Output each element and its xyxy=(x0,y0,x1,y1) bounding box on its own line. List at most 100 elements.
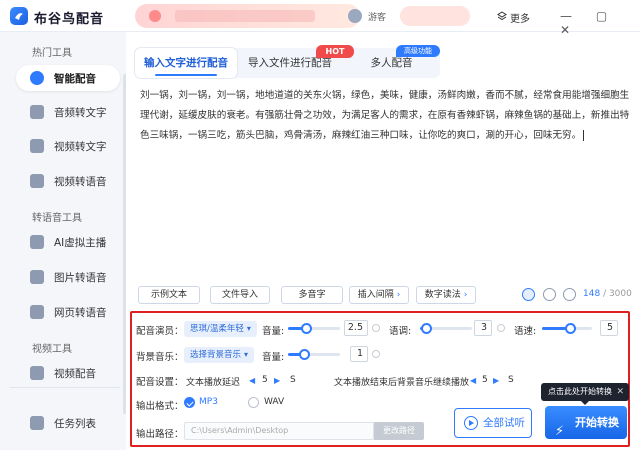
more-menu[interactable]: 更多 xyxy=(510,10,530,25)
format-wav-radio[interactable] xyxy=(248,397,259,408)
delay-label: 文本播放延迟 xyxy=(186,378,241,388)
char-max: / 3000 xyxy=(603,289,632,299)
user-name[interactable]: 游客 xyxy=(368,10,386,23)
app-logo-icon xyxy=(10,7,28,25)
video-to-voice-icon xyxy=(30,174,44,188)
bgm-volume-slider-knob[interactable] xyxy=(298,349,310,360)
close-icon[interactable]: ✕ xyxy=(616,383,624,401)
bgm-continue-unit: S xyxy=(508,375,514,385)
sidebar-item-label: 网页转语音 xyxy=(54,307,107,319)
video-to-text-icon xyxy=(30,139,44,153)
web-to-voice-icon xyxy=(30,305,44,319)
insert-pause-button[interactable]: 插入间隔 › xyxy=(349,286,409,304)
sidebar-item-ai-host[interactable]: AI虚拟主播 xyxy=(16,229,120,255)
listen-all-button[interactable]: 全部试听 xyxy=(454,408,532,438)
import-file-button[interactable]: 文件导入 xyxy=(210,286,270,304)
sidebar-item-label: 任务列表 xyxy=(54,418,96,430)
delay-increase-icon[interactable]: ▶ xyxy=(274,376,280,385)
bgm-label: 背景音乐： xyxy=(136,352,184,363)
polyphone-button[interactable]: 多音字 xyxy=(281,286,343,304)
convert-tooltip: 点击此处开始转换 ✕ xyxy=(541,383,629,405)
sidebar-item-web-to-voice[interactable]: 网页转语音 xyxy=(16,299,120,325)
char-count: 148 xyxy=(583,289,601,299)
mic-icon xyxy=(30,71,44,85)
sidebar-item-video-to-voice[interactable]: 视频转语音 xyxy=(16,168,120,194)
bgm-continue-label: 文本播放结束后背景音乐继续播放 xyxy=(334,378,470,388)
sample-text-label: 示例文本 xyxy=(150,290,187,300)
bgm-select[interactable]: 选择背景音乐 xyxy=(184,347,255,363)
window-controls[interactable]: — ▢ ✕ xyxy=(560,9,640,37)
text-editor[interactable]: 刘一锅，刘一锅，刘一锅，地地道道的关东火锅，绿色，美味，健康，汤鲜肉嫩，香而不腻… xyxy=(140,86,630,166)
voice-label: 配音演员： xyxy=(136,326,184,337)
sidebar-item-audio-to-text[interactable]: 音频转文字 xyxy=(16,99,120,125)
sidebar-divider xyxy=(10,387,120,388)
undo-icon[interactable] xyxy=(543,288,556,301)
volume-value[interactable]: 2.5 xyxy=(344,320,368,336)
volume-reset-icon[interactable] xyxy=(372,324,380,332)
promo-spark-icon xyxy=(149,10,161,22)
speed-slider-knob[interactable] xyxy=(564,323,576,334)
sidebar-item-label: 图片转语音 xyxy=(54,272,107,284)
sidebar-item-task-list[interactable]: 任务列表 xyxy=(16,410,120,436)
volume-label: 音量: xyxy=(262,326,285,337)
speed-value[interactable]: 5 xyxy=(600,320,618,336)
bgm-volume-label: 音量: xyxy=(262,352,285,363)
delay-value: 5 xyxy=(262,375,268,385)
bgm-volume-value[interactable]: 1 xyxy=(350,346,368,362)
sidebar-section-hot: 热门工具 xyxy=(32,48,72,59)
speed-slider[interactable] xyxy=(542,323,592,334)
title-bar: 布谷鸟配音 游客 更多 — ▢ ✕ xyxy=(0,0,640,37)
start-convert-button[interactable]: ⚡ 开始转换 xyxy=(545,406,627,439)
sidebar-item-image-to-voice[interactable]: 图片转语音 xyxy=(16,264,120,290)
video-dub-icon xyxy=(30,366,44,380)
format-wav-label[interactable]: WAV xyxy=(264,397,284,407)
pitch-reset-icon[interactable] xyxy=(497,324,505,332)
clear-icon[interactable] xyxy=(522,288,535,301)
insert-pause-label: 插入间隔 xyxy=(357,290,394,300)
digit-reading-label: 数字读法 xyxy=(424,290,461,300)
image-to-voice-icon xyxy=(30,270,44,284)
format-mp3-radio[interactable] xyxy=(184,397,195,408)
start-convert-label: 开始转换 xyxy=(575,416,619,429)
promo-banner[interactable] xyxy=(135,4,360,28)
bgm-continue-increase-icon[interactable]: ▶ xyxy=(493,376,499,385)
pitch-slider[interactable] xyxy=(420,323,472,334)
bgm-volume-slider[interactable] xyxy=(288,349,340,360)
sidebar-item-smart-dub[interactable]: 智能配音 xyxy=(16,65,120,91)
bgm-volume-reset-icon[interactable] xyxy=(372,350,380,358)
task-list-icon xyxy=(30,416,44,430)
sidebar-section-video: 视频工具 xyxy=(32,344,72,355)
digit-reading-button[interactable]: 数字读法 › xyxy=(416,286,476,304)
sidebar-item-video-dub[interactable]: 视频配音 xyxy=(16,360,120,386)
bgm-continue-value: 5 xyxy=(482,375,488,385)
tab-text-dub[interactable]: 输入文字进行配音 xyxy=(135,48,237,78)
pro-badge: 高级功能 xyxy=(396,45,440,57)
bgm-continue-decrease-icon[interactable]: ◀ xyxy=(470,376,476,385)
redo-icon[interactable] xyxy=(563,288,576,301)
voice-select[interactable]: 思琪/温柔年轻 xyxy=(184,321,257,337)
editor-toolbar: 示例文本 文件导入 多音字 插入间隔 › 数字读法 › xyxy=(138,286,634,306)
chevron-right-icon: › xyxy=(396,290,401,300)
sidebar-scrollbar[interactable] xyxy=(123,74,126,414)
text-caret xyxy=(583,129,585,141)
layers-icon[interactable] xyxy=(497,11,507,21)
bolt-icon: ⚡ xyxy=(555,424,565,439)
change-path-button[interactable]: 更改路径 xyxy=(374,422,424,440)
volume-slider[interactable] xyxy=(288,323,340,334)
output-path-field[interactable]: C:\Users\Admin\Desktop xyxy=(184,422,374,440)
ai-host-icon xyxy=(30,235,44,249)
app-title: 布谷鸟配音 xyxy=(34,12,105,27)
audio-to-text-icon xyxy=(30,105,44,119)
delay-unit: S xyxy=(290,375,296,385)
user-avatar[interactable] xyxy=(348,9,362,23)
sidebar: 热门工具 智能配音 音频转文字 视频转文字 视频转语音 转语音工具 AI虚拟主播… xyxy=(0,32,126,450)
pitch-value[interactable]: 3 xyxy=(474,320,492,336)
format-mp3-label[interactable]: MP3 xyxy=(199,397,218,407)
listen-all-label: 全部试听 xyxy=(483,417,525,429)
delay-decrease-icon[interactable]: ◀ xyxy=(249,376,255,385)
import-file-label: 文件导入 xyxy=(221,290,258,300)
sample-text-button[interactable]: 示例文本 xyxy=(138,286,200,304)
sidebar-item-label: 视频配音 xyxy=(54,368,96,380)
login-pill[interactable] xyxy=(400,6,470,26)
sidebar-item-video-to-text[interactable]: 视频转文字 xyxy=(16,133,120,159)
